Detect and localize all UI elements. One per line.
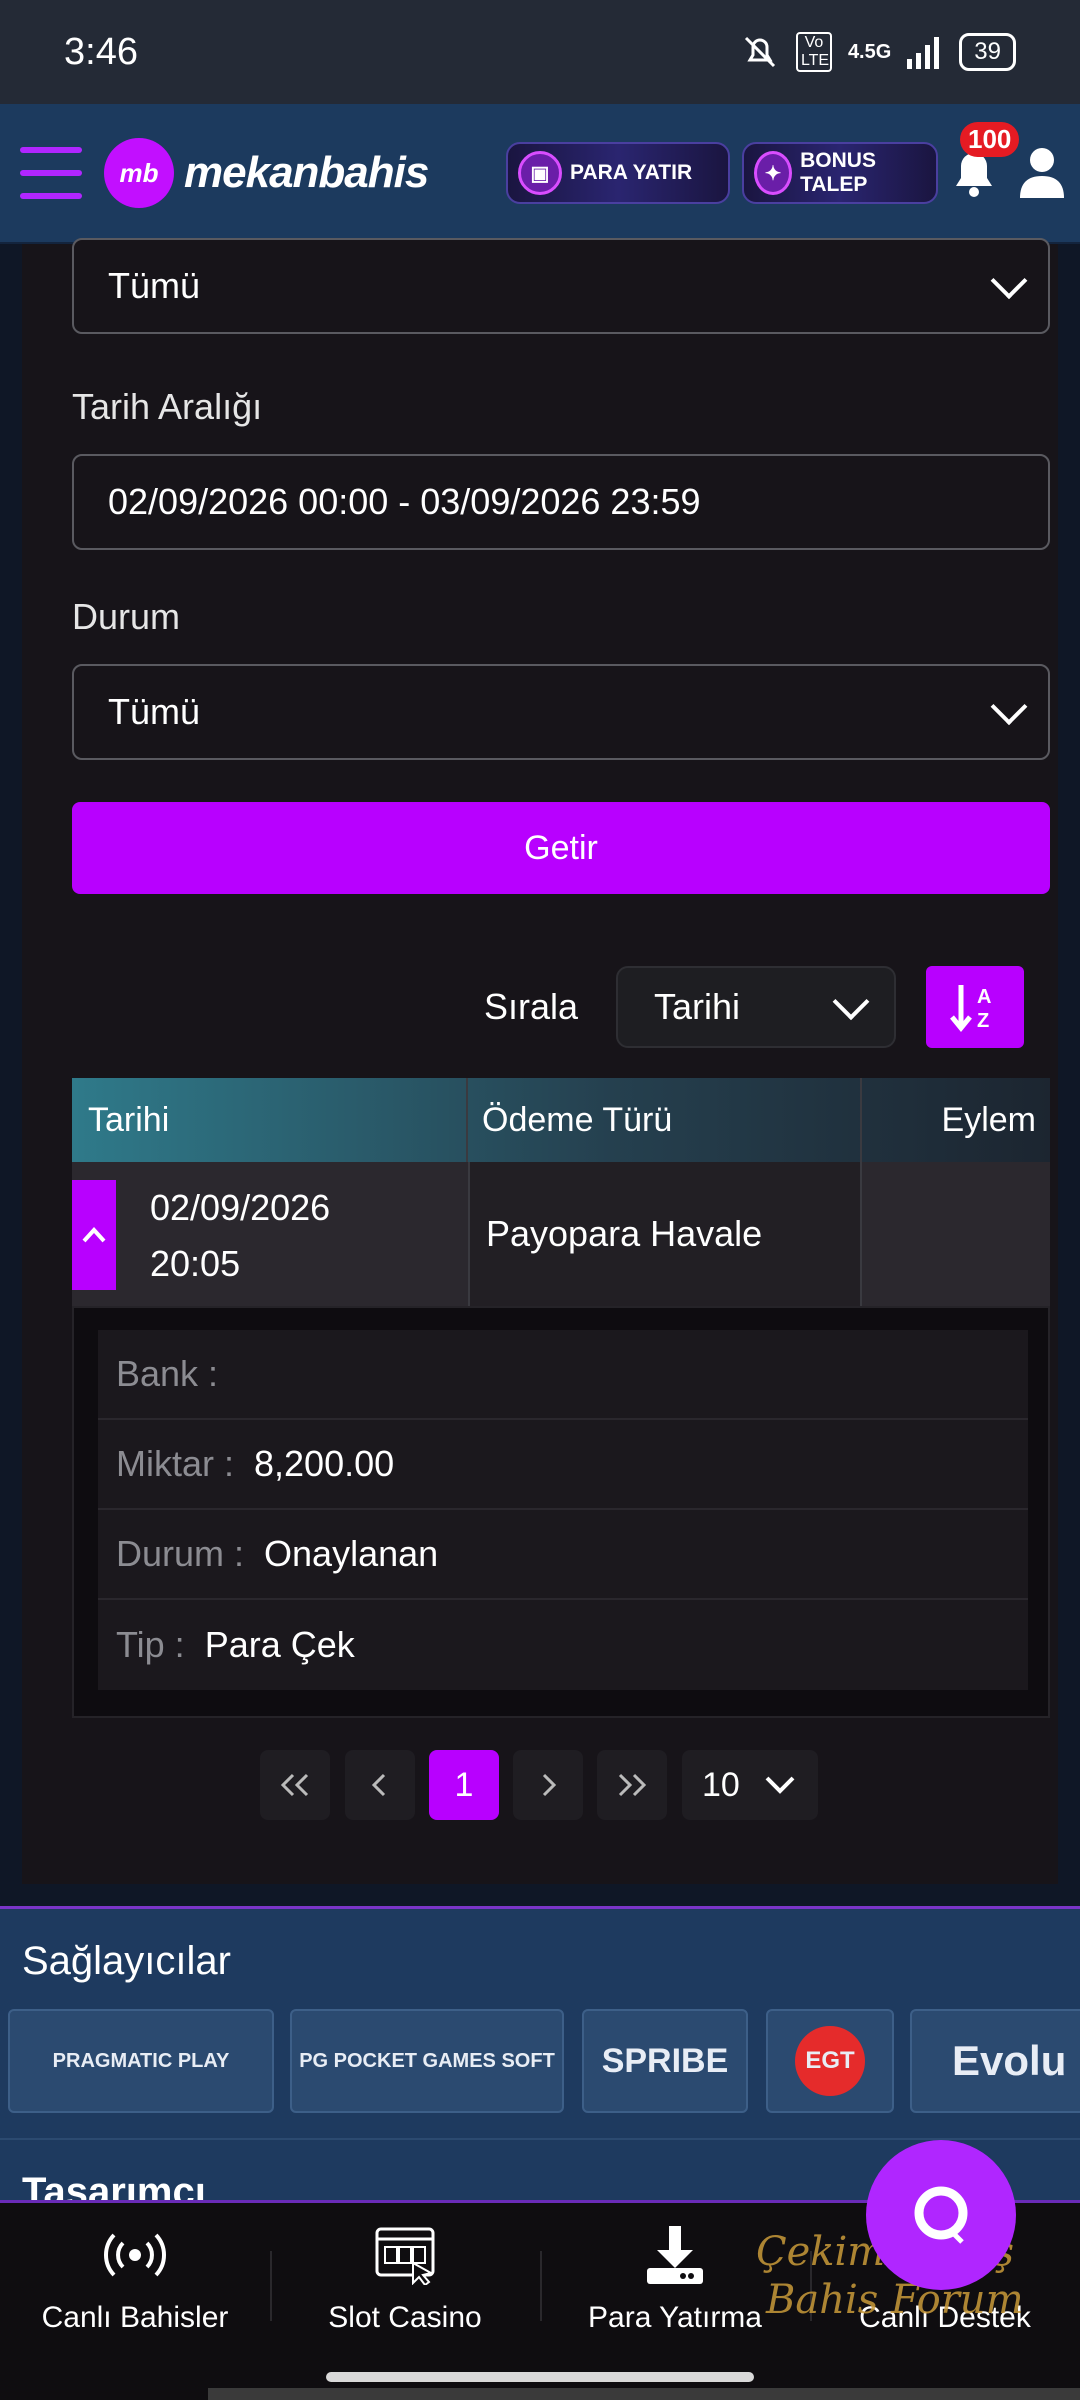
battery-icon: 39 — [959, 33, 1016, 71]
chevron-down-icon — [765, 1776, 795, 1794]
provider-logo-evolution[interactable]: Evolu — [910, 2009, 1080, 2113]
mute-bell-icon — [744, 36, 775, 68]
detail-key: Durum : — [116, 1533, 245, 1574]
date-range-label: Tarih Aralığı — [72, 386, 263, 427]
row-details: Bank : Miktar : 8,200.00 Durum : Onaylan… — [72, 1306, 1050, 1718]
table-row[interactable]: 02/09/2026 20:05 Payopara Havale — [72, 1162, 1050, 1306]
transactions-panel: Tümü Tarih Aralığı 02/09/2026 00:00 - 03… — [22, 238, 1058, 1884]
detail-row-amount: Miktar : 8,200.00 — [98, 1420, 1028, 1510]
slot-machine-icon — [270, 2221, 540, 2289]
home-indicator[interactable] — [326, 2372, 754, 2382]
live-support-button[interactable] — [866, 2140, 1016, 2290]
double-chevron-right-icon — [618, 1773, 647, 1797]
row-payment-type: Payopara Havale — [468, 1162, 862, 1306]
detail-key: Bank : — [116, 1353, 219, 1394]
row-date: 02/09/2026 — [150, 1187, 331, 1228]
chevron-left-icon — [371, 1773, 386, 1797]
status-select[interactable]: Tümü — [72, 664, 1050, 760]
nav-live-betting[interactable]: Canlı Bahisler — [0, 2221, 270, 2335]
status-select-value: Tümü — [108, 691, 201, 732]
last-page-button[interactable] — [597, 1750, 667, 1820]
detail-value: 8,200.00 — [254, 1443, 395, 1484]
chevron-right-icon — [542, 1773, 557, 1797]
nav-slot-casino[interactable]: Slot Casino — [270, 2221, 540, 2335]
type-select[interactable]: Tümü — [72, 238, 1050, 334]
collapse-row-button[interactable] — [72, 1180, 116, 1290]
providers-title: Sağlayıcılar — [22, 1939, 231, 1983]
column-header-date[interactable]: Tarihi — [72, 1078, 468, 1162]
live-broadcast-icon — [0, 2221, 270, 2289]
sort-select[interactable]: Tarihi — [616, 966, 896, 1048]
detail-row-status: Durum : Onaylanan — [98, 1510, 1028, 1600]
volte-label: Vo LTE — [795, 32, 832, 72]
sort-az-icon: A Z — [950, 985, 991, 1032]
notification-badge: 100 — [960, 122, 1020, 157]
status-label: Durum — [72, 596, 181, 637]
detail-value: Para Çek — [204, 1624, 355, 1665]
column-header-payment-type[interactable]: Ödeme Türü — [468, 1078, 862, 1162]
user-icon[interactable] — [1018, 144, 1066, 200]
date-range-input[interactable]: 02/09/2026 00:00 - 03/09/2026 23:59 — [72, 454, 1050, 550]
app-header: mb mekanbahis ▣ PARA YATIR ✦ BONUS TALEP… — [0, 104, 1080, 244]
network-label: 4.5G — [847, 40, 892, 63]
sort-select-value: Tarihi — [654, 986, 741, 1027]
menu-icon[interactable] — [20, 147, 82, 199]
column-header-action: Eylem — [941, 1100, 1036, 1139]
notification-bell-icon[interactable]: 100 — [950, 122, 1020, 200]
detail-row-type: Tip : Para Çek — [98, 1600, 1028, 1690]
svg-text:A: A — [977, 986, 991, 1008]
date-range-value: 02/09/2026 00:00 - 03/09/2026 23:59 — [108, 481, 701, 522]
pagination: 1 10 — [0, 1750, 1080, 1822]
sort-direction-button[interactable]: A Z — [926, 966, 1024, 1048]
row-time: 20:05 — [150, 1243, 241, 1284]
provider-logo-spribe[interactable]: SPRIBE — [582, 2009, 748, 2113]
detail-key: Miktar : — [116, 1443, 235, 1484]
chevron-up-icon — [82, 1227, 106, 1243]
logo[interactable]: mb mekanbahis — [104, 138, 429, 208]
first-page-button[interactable] — [260, 1750, 330, 1820]
deposit-button-label: PARA YATIR — [570, 161, 693, 184]
provider-logo-egt[interactable]: EGT — [766, 2009, 894, 2113]
status-icons: Vo LTE 4.5G 39 — [740, 32, 1016, 72]
status-bar: 3:46 Vo LTE 4.5G 39 — [0, 0, 1080, 104]
status-time: 3:46 — [64, 30, 138, 73]
previous-page-button[interactable] — [345, 1750, 415, 1820]
double-chevron-left-icon — [280, 1773, 309, 1797]
providers-section: Sağlayıcılar PRAGMATIC PLAY PG POCKET GA… — [0, 1906, 1080, 2138]
next-page-button[interactable] — [513, 1750, 583, 1820]
chevron-down-icon — [990, 688, 1028, 726]
page-button-current[interactable]: 1 — [429, 1750, 499, 1820]
nav-label: Slot Casino — [328, 2301, 482, 2334]
deposit-button[interactable]: ▣ PARA YATIR — [506, 142, 730, 204]
fetch-button[interactable]: Getir — [72, 802, 1050, 894]
detail-row-bank: Bank : — [98, 1330, 1028, 1420]
designers-title: Tasarımcı — [22, 2170, 206, 2200]
detail-key: Tip : — [116, 1624, 185, 1665]
nav-label: Canlı Bahisler — [41, 2301, 229, 2334]
bonus-request-button[interactable]: ✦ BONUS TALEP — [742, 142, 938, 204]
type-select-value: Tümü — [108, 265, 201, 306]
logo-mark: mb — [104, 138, 174, 208]
gesture-area — [208, 2388, 1080, 2400]
detail-value: Onaylanan — [264, 1533, 439, 1574]
row-datetime: 02/09/2026 20:05 — [150, 1180, 450, 1292]
system-home-bar — [0, 2362, 1080, 2400]
signal-icon — [907, 37, 940, 69]
chat-bubble-icon — [914, 2186, 968, 2244]
watermark-line-2: Bahis Forum — [766, 2277, 1024, 2323]
provider-logo-pg[interactable]: PG POCKET GAMES SOFT — [290, 2009, 564, 2113]
chevron-down-icon — [990, 262, 1028, 300]
chevron-down-icon — [832, 983, 870, 1021]
page-size-value: 10 — [702, 1765, 740, 1804]
bonus-button-label: BONUS TALEP — [800, 149, 876, 196]
gift-icon: ✦ — [754, 151, 793, 195]
wallet-icon: ▣ — [518, 151, 562, 195]
svg-text:Z: Z — [977, 1010, 989, 1032]
sort-label: Sırala — [484, 986, 579, 1027]
table-header: Tarihi Ödeme Türü Eylem — [72, 1078, 1050, 1162]
egt-logo-mark: EGT — [795, 2026, 865, 2096]
page-size-select[interactable]: 10 — [682, 1750, 818, 1820]
provider-logo-pragmatic[interactable]: PRAGMATIC PLAY — [8, 2009, 274, 2113]
logo-text: mekanbahis — [184, 148, 429, 197]
